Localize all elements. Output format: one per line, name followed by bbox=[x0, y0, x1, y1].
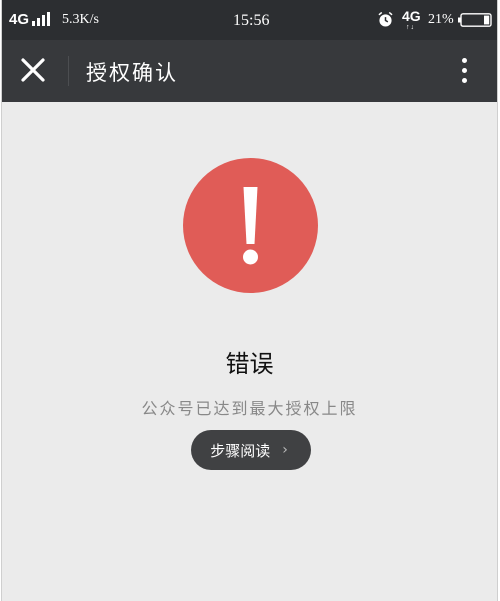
step-reading-button[interactable]: 步骤阅读 › bbox=[191, 430, 311, 470]
alarm-icon bbox=[378, 12, 393, 27]
chevron-right-icon: › bbox=[282, 442, 288, 458]
signal-icon bbox=[32, 12, 50, 26]
step-reading-label: 步骤阅读 bbox=[210, 441, 271, 460]
data-activity-icon: ↑↓ bbox=[406, 24, 415, 31]
network-speed: 5.3K/s bbox=[62, 12, 99, 27]
network-type: 4G bbox=[9, 11, 30, 28]
phone-screen: 4G 5.3K/s 15:56 4G ↑↓ 21% 授权确认 错误 公众号已达到… bbox=[1, 0, 498, 601]
battery-percent: 21% bbox=[428, 12, 454, 27]
status-bar: 4G 5.3K/s 15:56 4G ↑↓ 21% bbox=[2, 0, 497, 40]
title-divider bbox=[68, 56, 69, 86]
battery-icon bbox=[458, 13, 492, 27]
more-options-button[interactable] bbox=[451, 52, 479, 90]
error-title: 错误 bbox=[225, 350, 274, 378]
page-title: 授权确认 bbox=[86, 61, 178, 85]
close-icon bbox=[21, 58, 45, 82]
network-type-2: 4G bbox=[402, 8, 421, 24]
exclamation-icon bbox=[183, 158, 318, 293]
error-description: 公众号已达到最大授权上限 bbox=[141, 399, 358, 418]
close-button[interactable] bbox=[12, 50, 54, 92]
clock: 15:56 bbox=[233, 12, 270, 29]
title-bar: 授权确认 bbox=[2, 40, 497, 102]
